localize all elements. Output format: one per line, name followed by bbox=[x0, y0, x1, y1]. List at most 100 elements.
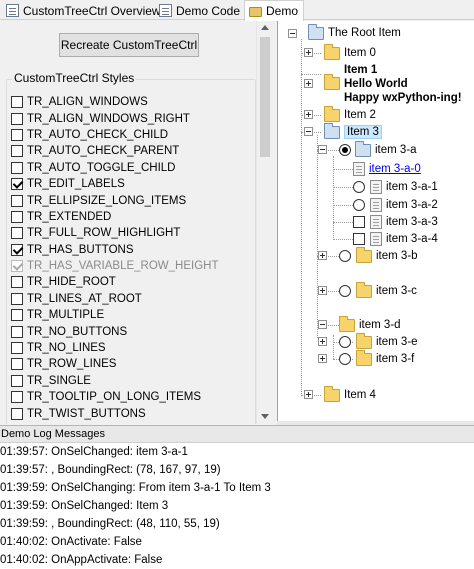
radio-button[interactable] bbox=[353, 199, 365, 211]
checkbox[interactable] bbox=[11, 276, 23, 289]
tree-item-hyperlink[interactable]: item 3-a-0 bbox=[369, 163, 421, 175]
style-option[interactable]: TR_ROW_LINES bbox=[11, 356, 219, 372]
file-icon bbox=[353, 162, 365, 176]
collapse-icon[interactable] bbox=[304, 127, 313, 136]
tree-item-root[interactable]: The Root Item bbox=[308, 23, 401, 42]
folder-open-icon bbox=[308, 23, 324, 40]
checkbox[interactable] bbox=[11, 243, 23, 256]
checkbox[interactable] bbox=[11, 227, 23, 240]
style-option[interactable]: TR_HIDE_ROOT bbox=[11, 274, 219, 290]
checkbox[interactable] bbox=[11, 342, 23, 355]
style-option[interactable]: TR_HAS_BUTTONS bbox=[11, 242, 219, 258]
style-option[interactable]: TR_ALIGN_WINDOWS bbox=[11, 94, 219, 110]
tab-demo-code[interactable]: Demo Code bbox=[155, 1, 241, 20]
style-option[interactable]: TR_AUTO_TOGGLE_CHILD bbox=[11, 160, 219, 176]
expand-icon[interactable] bbox=[304, 390, 313, 399]
tree-item-3a[interactable]: item 3-a bbox=[339, 140, 417, 159]
style-label: TR_AUTO_CHECK_PARENT bbox=[27, 145, 180, 158]
style-option[interactable]: TR_NO_BUTTONS bbox=[11, 323, 219, 339]
tree-item-3e[interactable]: item 3-e bbox=[339, 332, 418, 351]
checkbox[interactable] bbox=[353, 216, 365, 228]
folder-icon bbox=[249, 7, 262, 17]
style-label: TR_NO_LINES bbox=[27, 342, 106, 355]
radio-button[interactable] bbox=[339, 285, 351, 297]
checkbox[interactable] bbox=[353, 233, 365, 245]
checkbox[interactable] bbox=[11, 145, 23, 158]
tree-item-3a0[interactable]: item 3-a-0 bbox=[353, 160, 421, 178]
style-label: TR_TOOLTIP_ON_LONG_ITEMS bbox=[27, 391, 202, 404]
vertical-scrollbar[interactable] bbox=[256, 21, 272, 424]
collapse-icon[interactable] bbox=[288, 29, 297, 38]
checkbox[interactable] bbox=[11, 391, 23, 404]
checkbox[interactable] bbox=[11, 407, 23, 420]
tree-item-3a3[interactable]: item 3-a-3 bbox=[353, 213, 438, 231]
expand-icon[interactable] bbox=[318, 286, 327, 295]
style-option[interactable]: TR_ELLIPSIZE_LONG_ITEMS bbox=[11, 192, 219, 208]
checkbox[interactable] bbox=[11, 325, 23, 338]
custom-tree[interactable]: The Root Item Item 0 Item 1 Hello World … bbox=[277, 21, 474, 421]
tree-item-1[interactable]: Item 1 Hello World Happy wxPython-ing! bbox=[344, 63, 462, 105]
style-option[interactable]: TR_MULTIPLE bbox=[11, 307, 219, 323]
scroll-down-icon[interactable] bbox=[261, 414, 269, 419]
checkbox[interactable] bbox=[11, 96, 23, 109]
log-text-area[interactable]: 01:39:57: OnSelChanged: item 3-a-1 01:39… bbox=[0, 443, 474, 569]
tree-item-3[interactable]: Item 3 bbox=[324, 122, 382, 141]
tree-item-3d[interactable]: item 3-d bbox=[339, 315, 401, 334]
tab-demo[interactable]: Demo bbox=[244, 0, 304, 21]
style-option[interactable]: TR_EDIT_LABELS bbox=[11, 176, 219, 192]
tree-item-3a2[interactable]: item 3-a-2 bbox=[353, 196, 438, 214]
radio-button[interactable] bbox=[339, 250, 351, 262]
expand-icon[interactable] bbox=[318, 337, 327, 346]
tree-item-3a1[interactable]: item 3-a-1 bbox=[353, 178, 438, 196]
style-label: TR_EXTENDED bbox=[27, 210, 112, 223]
tree-item-3b[interactable]: item 3-b bbox=[339, 246, 418, 265]
tree-item-label: item 3-a-2 bbox=[386, 199, 438, 211]
expand-icon[interactable] bbox=[304, 79, 313, 88]
folder-open-icon bbox=[324, 122, 340, 139]
checkbox[interactable] bbox=[11, 292, 23, 305]
doc-icon bbox=[6, 4, 19, 17]
radio-button[interactable] bbox=[339, 144, 351, 156]
radio-button[interactable] bbox=[353, 181, 365, 193]
style-option[interactable]: TR_NO_LINES bbox=[11, 340, 219, 356]
checkbox[interactable] bbox=[11, 374, 23, 387]
recreate-button[interactable]: Recreate CustomTreeCtrl bbox=[59, 33, 199, 57]
tree-item-3f[interactable]: item 3-f bbox=[339, 349, 415, 368]
tree-item-4[interactable]: Item 4 bbox=[324, 385, 376, 404]
checkbox[interactable] bbox=[11, 194, 23, 207]
checkbox[interactable] bbox=[11, 161, 23, 174]
scroll-up-icon[interactable] bbox=[261, 25, 269, 30]
style-option[interactable]: TR_ALIGN_WINDOWS_RIGHT bbox=[11, 110, 219, 126]
radio-button[interactable] bbox=[339, 336, 351, 348]
checkbox[interactable] bbox=[11, 358, 23, 371]
style-option[interactable]: TR_TOOLTIP_ON_LONG_ITEMS bbox=[11, 389, 219, 405]
collapse-icon[interactable] bbox=[318, 145, 327, 154]
tree-item-3c[interactable]: item 3-c bbox=[339, 281, 417, 300]
style-option[interactable]: TR_AUTO_CHECK_CHILD bbox=[11, 127, 219, 143]
radio-button[interactable] bbox=[339, 353, 351, 365]
style-option[interactable]: TR_AUTO_CHECK_PARENT bbox=[11, 143, 219, 159]
tree-item-label: item 3-f bbox=[376, 353, 415, 365]
expand-icon[interactable] bbox=[304, 110, 313, 119]
expand-icon[interactable] bbox=[318, 354, 327, 363]
tab-overview[interactable]: CustomTreeCtrl Overview bbox=[2, 1, 161, 20]
style-label: TR_EDIT_LABELS bbox=[27, 178, 125, 191]
expand-icon[interactable] bbox=[304, 48, 313, 57]
tree-item-3a4[interactable]: item 3-a-4 bbox=[353, 230, 438, 248]
checkbox[interactable] bbox=[11, 178, 23, 191]
checkbox[interactable] bbox=[11, 128, 23, 141]
style-option[interactable]: TR_SINGLE bbox=[11, 373, 219, 389]
scrollbar-thumb[interactable] bbox=[260, 37, 270, 157]
tree-item-0[interactable]: Item 0 bbox=[324, 43, 376, 62]
style-option[interactable]: TR_LINES_AT_ROOT bbox=[11, 291, 219, 307]
collapse-icon[interactable] bbox=[318, 320, 327, 329]
checkbox[interactable] bbox=[11, 309, 23, 322]
expand-icon[interactable] bbox=[318, 251, 327, 260]
checkbox[interactable] bbox=[11, 210, 23, 223]
style-option[interactable]: TR_TWIST_BUTTONS bbox=[11, 405, 219, 421]
checkbox[interactable] bbox=[11, 112, 23, 125]
style-label: TR_MULTIPLE bbox=[27, 309, 105, 322]
style-option[interactable]: TR_EXTENDED bbox=[11, 209, 219, 225]
tree-item-2[interactable]: Item 2 bbox=[324, 105, 376, 124]
style-option[interactable]: TR_FULL_ROW_HIGHLIGHT bbox=[11, 225, 219, 241]
